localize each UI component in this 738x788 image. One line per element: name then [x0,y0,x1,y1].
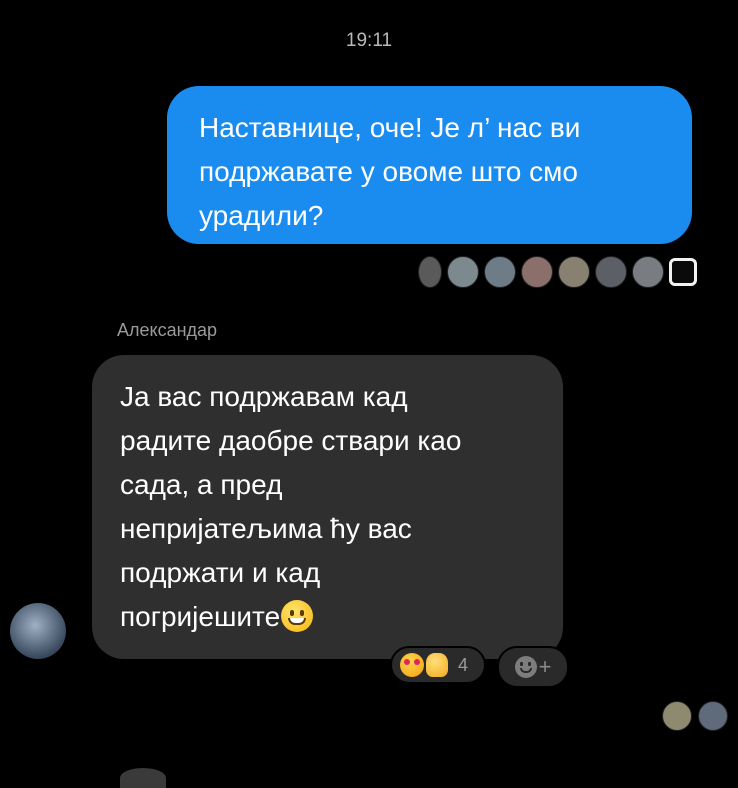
thumbs-up-icon [426,653,448,677]
incoming-message-bubble[interactable]: Ја вас подржавам кад радите даобре ствар… [92,355,563,659]
avatar [698,701,728,731]
message-line: сада, а пред [120,469,283,500]
avatar [662,701,692,731]
outgoing-message-bubble[interactable]: Наставнице, оче! Је л’ нас ви подржавате… [167,86,692,244]
reaction-count: 4 [458,654,469,675]
avatar[interactable] [10,603,66,659]
message-line-last: погријешите [120,595,539,639]
plus-icon: + [538,654,552,679]
message-line: Ја вас подржавам кад [120,381,408,412]
read-receipts-bottom [662,701,728,731]
smile-icon [514,656,537,678]
avatar [558,256,590,288]
message-line: Наставнице, оче! Је л’ нас ви [199,112,581,143]
avatar [595,256,627,288]
sender-name: Александар [117,320,218,340]
avatar [484,256,516,288]
add-reaction-button[interactable]: + [497,646,569,688]
message-line: радите даобре ствари као [120,425,462,456]
chat-timestamp: 19:11 [345,30,393,51]
read-receipts [418,255,697,289]
avatar [418,256,442,288]
message-line: урадили? [199,200,324,231]
avatar [521,256,553,288]
grinning-face-icon [281,600,314,632]
reactions-pill[interactable]: 4 [390,646,486,684]
avatar [669,258,697,286]
heart-eyes-icon [400,653,424,677]
message-line: подржавате у овоме што смо [199,156,578,187]
message-line-text: погријешите [120,601,281,632]
avatar [447,256,479,288]
avatar [120,768,166,788]
message-line: непријатељима ћу вас [120,513,412,544]
avatar [632,256,664,288]
message-line: подржати и кад [120,557,321,588]
